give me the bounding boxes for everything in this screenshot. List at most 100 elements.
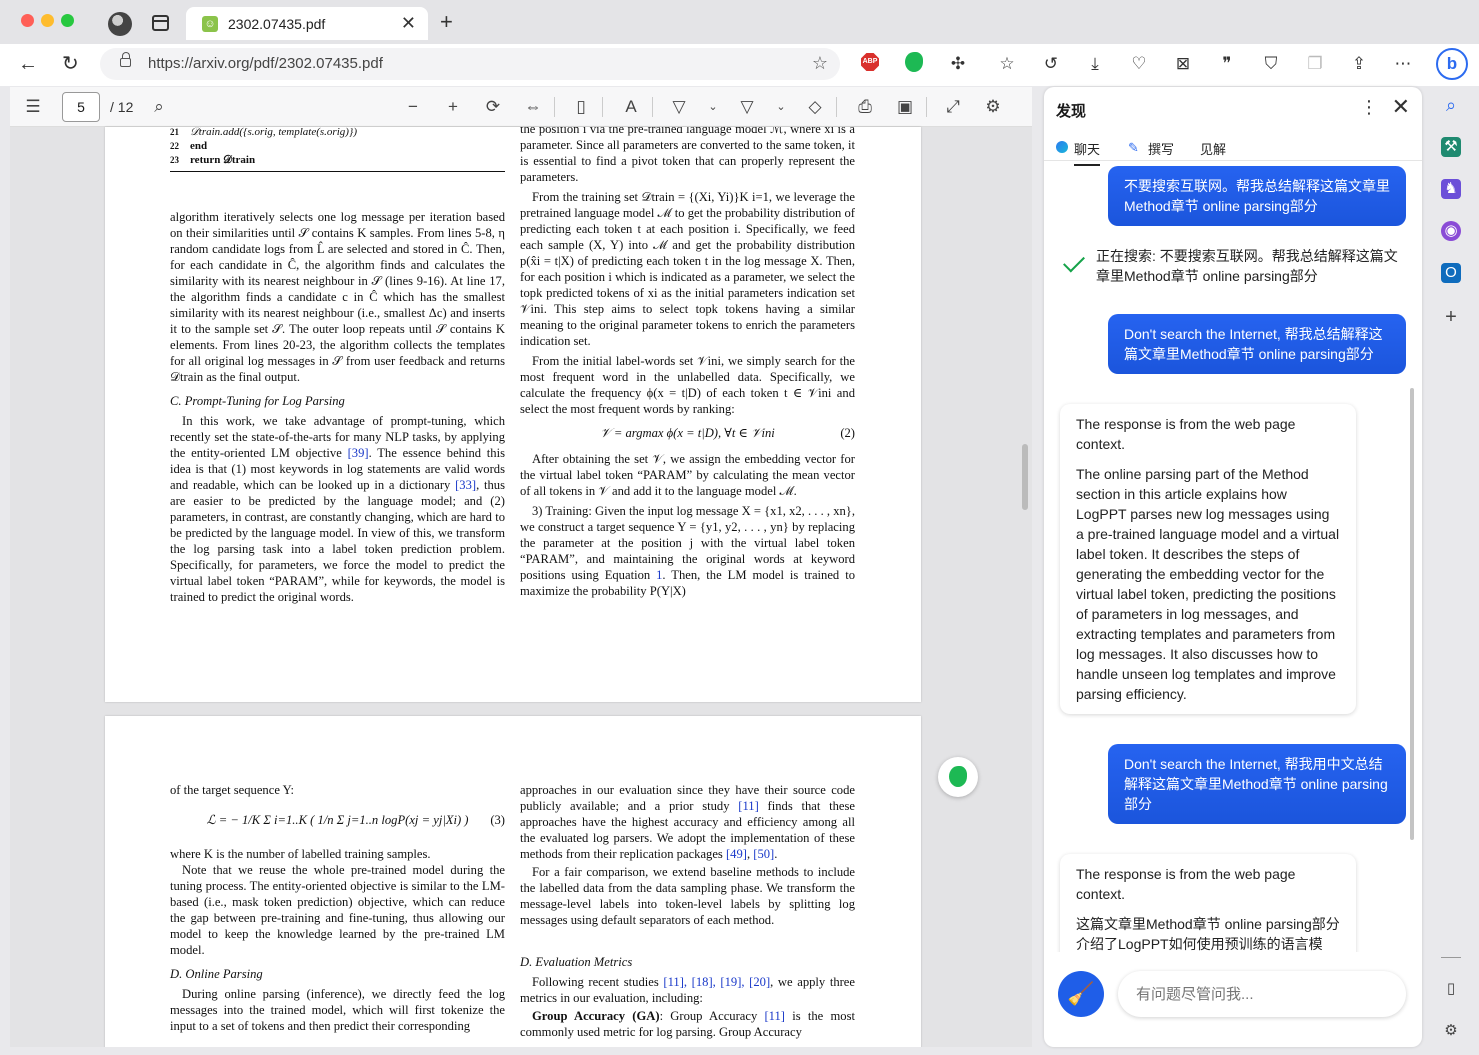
tab-actions-icon[interactable] xyxy=(152,15,169,31)
evernote-clip-icon[interactable] xyxy=(938,757,978,797)
eraser-icon[interactable]: ◇ xyxy=(804,96,826,118)
close-window-button[interactable] xyxy=(21,14,34,27)
discover-panel: 发现 ⋮ ✕ 聊天 ✎ 撰写 见解 不要搜索互联网。帮我总结解释这篇文章里Met… xyxy=(1044,87,1422,1047)
minimize-window-button[interactable] xyxy=(41,14,54,27)
page-view-icon[interactable]: ▯ xyxy=(570,96,592,118)
extensions-icon[interactable]: ✣ xyxy=(947,53,969,75)
add-favorite-icon[interactable]: ☆ xyxy=(812,53,828,74)
search-icon[interactable]: ⌕ xyxy=(148,96,170,118)
citation-link[interactable]: [49] xyxy=(726,847,747,861)
assistant-message: The response is from the web page contex… xyxy=(1060,854,1356,952)
chevron-down-icon[interactable]: ⌄ xyxy=(702,96,724,118)
right-column: approaches in our evaluation since they … xyxy=(520,782,855,1040)
tools-icon[interactable]: ⚒ xyxy=(1441,137,1461,157)
read-aloud-icon[interactable]: A xyxy=(620,96,642,118)
pdf-favicon-icon: ☺ xyxy=(202,16,218,32)
rotate-icon[interactable]: ⟳ xyxy=(482,96,504,118)
pdf-settings-gear-icon[interactable]: ⚙ xyxy=(982,96,1004,118)
outlook-icon[interactable]: O xyxy=(1441,263,1461,283)
citation-icon[interactable]: ❞ xyxy=(1216,53,1238,75)
citation-link[interactable]: [11], [18], [19], [20] xyxy=(663,975,770,989)
highlight-icon[interactable]: ▽ xyxy=(736,96,758,118)
zoom-in-icon[interactable]: + xyxy=(442,96,464,118)
tab-compose[interactable]: 撰写 xyxy=(1148,139,1174,158)
citation-link[interactable]: [50] xyxy=(753,847,774,861)
zoom-out-icon[interactable]: − xyxy=(402,96,424,118)
settings-more-icon[interactable]: ⋯ xyxy=(1392,53,1414,75)
office-icon[interactable]: ◉ xyxy=(1441,221,1461,241)
sidebar-settings-gear-icon[interactable]: ⚙ xyxy=(1441,1021,1461,1041)
citation-link[interactable]: [11] xyxy=(764,1009,785,1023)
discover-tabs: 聊天 ✎ 撰写 见解 xyxy=(1044,131,1422,166)
draw-icon[interactable]: ▽ xyxy=(668,96,690,118)
divider xyxy=(554,97,555,117)
downloads-icon[interactable]: ⤓ xyxy=(1084,53,1106,75)
favorites-icon[interactable]: ☆ xyxy=(996,53,1018,75)
chat-history: 不要搜索互联网。帮我总结解释这篇文章里Method章节 online parsi… xyxy=(1044,162,1422,952)
add-icon[interactable]: + xyxy=(1441,307,1461,327)
pdf-scrollbar[interactable] xyxy=(1022,444,1028,510)
zoom-window-button[interactable] xyxy=(61,14,74,27)
sidebar-toggle-icon[interactable]: ▯ xyxy=(1441,979,1461,999)
page-number-input[interactable]: 5 xyxy=(62,92,100,122)
paragraph: After obtaining the set 𝒱, we assign the… xyxy=(520,452,855,498)
section-heading: D. Evaluation Metrics xyxy=(520,955,633,969)
url-text[interactable]: https://arxiv.org/pdf/2302.07435.pdf xyxy=(148,55,383,72)
navigation-bar: ← ↻ https://arxiv.org/pdf/2302.07435.pdf… xyxy=(0,44,1479,86)
print-icon[interactable]: ⎙ xyxy=(854,96,876,118)
discover-title: 发现 xyxy=(1056,103,1087,120)
history-icon[interactable]: ↺ xyxy=(1040,53,1062,75)
citation-link[interactable]: [11] xyxy=(738,799,759,813)
close-panel-button[interactable]: ✕ xyxy=(1392,94,1410,120)
chat-scrollbar[interactable] xyxy=(1410,388,1414,840)
user-message: Don't search the Internet, 帮我总结解释这篇文章里Me… xyxy=(1108,314,1406,374)
refresh-icon[interactable]: ↻ xyxy=(62,52,79,76)
divider xyxy=(1441,957,1461,977)
pdf-toolbar: ☰ 5 / 12 ⌕ − + ⟳ ⇔ ▯ A ▽ ⌄ ▽ ⌄ ◇ ⎙ ▣ ⤢ ⚙ xyxy=(10,87,1032,127)
tab-insights[interactable]: 见解 xyxy=(1200,139,1226,158)
tab-close-button[interactable]: ✕ xyxy=(401,13,416,34)
tab-title: 2302.07435.pdf xyxy=(228,16,326,32)
chevron-down-icon[interactable]: ⌄ xyxy=(770,96,792,118)
address-bar[interactable]: https://arxiv.org/pdf/2302.07435.pdf ☆ xyxy=(100,48,840,80)
assistant-paragraph: The response is from the web page contex… xyxy=(1076,866,1296,902)
new-topic-broom-icon[interactable]: 🧹 xyxy=(1058,971,1104,1017)
performance-icon[interactable]: ♡ xyxy=(1128,53,1150,75)
table-of-contents-icon[interactable]: ☰ xyxy=(22,96,44,118)
share-icon[interactable]: ⇪ xyxy=(1348,53,1370,75)
left-column: of the target sequence Y: ℒ = − 1/K Σ i=… xyxy=(170,782,505,1034)
profile-avatar[interactable] xyxy=(108,12,132,36)
citation-link[interactable]: [39] xyxy=(348,446,369,460)
fullscreen-icon[interactable]: ⤢ xyxy=(942,96,964,118)
fit-width-icon[interactable]: ⇔ xyxy=(522,96,544,118)
collections-icon[interactable]: ❐ xyxy=(1304,53,1326,75)
bing-copilot-icon[interactable]: b xyxy=(1436,48,1468,80)
browser-essentials-icon[interactable]: ⛉ xyxy=(1260,53,1282,75)
tab-pdf[interactable]: ☺ 2302.07435.pdf ✕ xyxy=(186,7,428,40)
translate-icon[interactable]: ⊠ xyxy=(1172,53,1194,75)
lock-icon[interactable] xyxy=(120,52,131,67)
citation-link[interactable]: [33] xyxy=(455,478,476,492)
paragraph: of the target sequence Y: xyxy=(170,783,295,797)
save-icon[interactable]: ▣ xyxy=(894,96,916,118)
algorithm-line: 23 return 𝒟train xyxy=(170,154,256,166)
search-icon[interactable]: ⌕ xyxy=(1441,95,1461,115)
adblock-extension-icon[interactable]: ABP xyxy=(861,53,879,71)
discover-header: 发现 ⋮ ✕ xyxy=(1044,87,1422,131)
more-options-icon[interactable]: ⋮ xyxy=(1360,97,1378,118)
algorithm-listing: 21 𝒟train.add({s.orig, template(s.orig)})… xyxy=(170,127,505,172)
chat-input[interactable] xyxy=(1118,971,1406,1017)
evernote-extension-icon[interactable] xyxy=(905,52,923,72)
algorithm-rule xyxy=(170,171,505,172)
algorithm-line: 21 𝒟train.add({s.orig, template(s.orig)}) xyxy=(170,127,357,138)
back-icon[interactable]: ← xyxy=(18,52,38,76)
games-icon[interactable]: ♞ xyxy=(1441,179,1461,199)
paragraph: algorithm iteratively selects one log me… xyxy=(170,210,505,384)
paragraph: where K is the number of labelled traini… xyxy=(170,847,431,861)
assistant-message: The response is from the web page contex… xyxy=(1060,404,1356,714)
page-total: / 12 xyxy=(110,99,134,115)
left-column: algorithm iteratively selects one log me… xyxy=(170,209,505,605)
new-tab-button[interactable]: + xyxy=(440,10,453,34)
paragraph: the position i via the pre-trained langu… xyxy=(520,127,855,184)
tab-chat[interactable]: 聊天 xyxy=(1074,139,1101,166)
